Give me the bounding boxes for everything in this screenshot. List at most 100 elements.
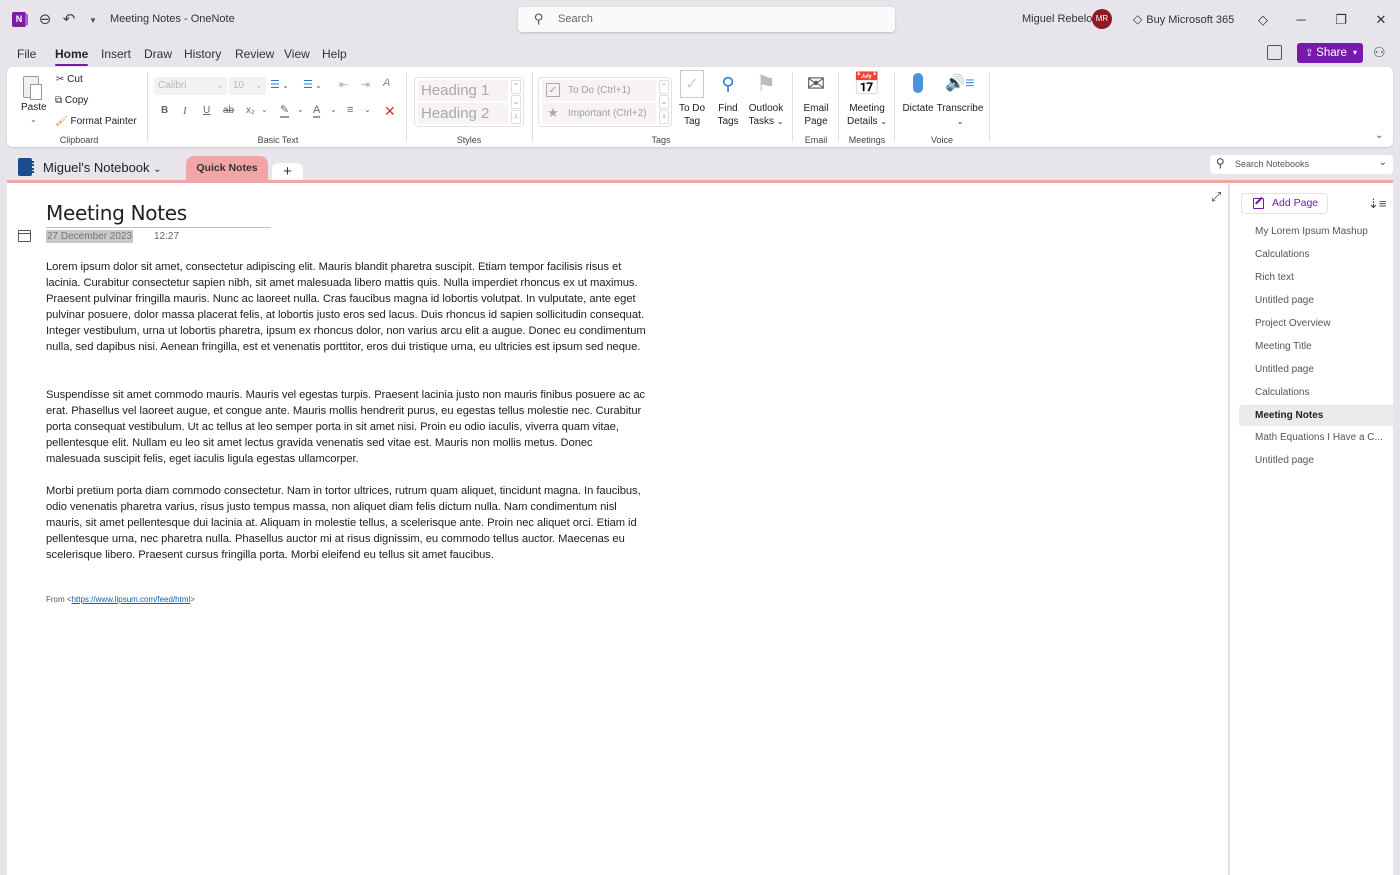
underline-button[interactable]: U (203, 105, 210, 116)
tab-draw[interactable]: Draw (144, 47, 172, 61)
decrease-indent-icon[interactable]: ⇤ (339, 78, 348, 91)
source-link[interactable]: https://www.lipsum.com/feed/html (72, 595, 191, 604)
page-time[interactable]: 12:27 (154, 231, 179, 242)
gallery-scroll-up-icon[interactable]: ⌃ (511, 80, 521, 94)
transcribe-button[interactable]: 🔊≡ Transcribe ⌄ (936, 70, 984, 128)
find-tags-button[interactable]: ⚲ Find Tags (713, 70, 743, 128)
style-heading-1[interactable]: Heading 1 (418, 80, 508, 101)
calendar-icon[interactable] (18, 230, 31, 242)
minimize-button[interactable]: ─ (1291, 10, 1311, 30)
font-color-icon[interactable]: A (313, 104, 321, 118)
font-color-dropdown-icon[interactable]: ⌄ (330, 105, 337, 114)
email-page-button[interactable]: ✉ Email Page (800, 70, 832, 128)
tab-view[interactable]: View (284, 47, 310, 61)
subscript-button[interactable]: x₂ (246, 105, 255, 116)
search-notebooks-input[interactable]: ⚲ Search Notebooks ⌄ (1210, 155, 1393, 174)
todo-tag-button[interactable]: ✓ To Do Tag (677, 70, 707, 128)
notebook-selector[interactable]: Miguel's Notebook ⌄ (43, 160, 162, 175)
dictate-button[interactable]: Dictate (901, 70, 935, 115)
strikethrough-button[interactable]: ab (223, 105, 234, 116)
gallery-more-icon[interactable]: ⩡ (659, 110, 669, 124)
gallery-scroll-down-icon[interactable]: ⌄ (511, 95, 521, 109)
feedback-icon[interactable]: ⚇ (1373, 44, 1386, 61)
page-list-item[interactable]: My Lorem Ipsum Mashup (1239, 222, 1393, 242)
font-family-select[interactable]: Calibri ⌄ (154, 77, 227, 95)
align-icon[interactable]: ≡ (347, 104, 353, 116)
numbering-icon[interactable]: ☰ ⌄ (303, 78, 322, 91)
chevron-down-icon[interactable]: ▾ (1353, 43, 1357, 63)
chevron-down-icon[interactable]: ⌄ (1379, 157, 1387, 168)
tags-gallery: ✓ To Do (Ctrl+1) ★ Important (Ctrl+2) ⌃ … (538, 77, 672, 127)
page-date[interactable]: 27 December 2023 (46, 230, 134, 243)
paste-dropdown-chevron-icon[interactable]: ⌄ (30, 115, 37, 124)
tab-history[interactable]: History (184, 47, 221, 61)
page-list-item[interactable]: Rich text (1239, 268, 1393, 288)
search-input[interactable]: ⚲ Search (518, 7, 895, 32)
sticky-notes-icon[interactable] (1267, 45, 1282, 60)
share-button[interactable]: ⇪ Share ▾ (1297, 43, 1363, 63)
tab-file[interactable]: File (17, 47, 36, 61)
page-list-item[interactable]: Untitled page (1239, 360, 1393, 380)
tag-todo[interactable]: ✓ To Do (Ctrl+1) (542, 80, 656, 101)
tab-insert[interactable]: Insert (101, 47, 131, 61)
undo-icon[interactable]: ↶ (59, 10, 79, 30)
avatar[interactable]: MR (1092, 9, 1112, 29)
page-title[interactable]: Meeting Notes (46, 201, 187, 225)
user-name[interactable]: Miguel Rebelo (1022, 13, 1092, 25)
section-tab-quick-notes[interactable]: Quick Notes (186, 156, 268, 181)
back-icon[interactable]: ⊖ (35, 10, 55, 30)
microphone-icon (901, 70, 935, 98)
page-list-item[interactable]: Math Equations I Have a C... (1239, 428, 1393, 448)
style-heading-2[interactable]: Heading 2 (418, 103, 508, 124)
tag-important[interactable]: ★ Important (Ctrl+2) (542, 103, 656, 124)
paste-button[interactable] (22, 74, 44, 102)
clear-formatting-icon[interactable]: A (383, 77, 390, 89)
meeting-details-button[interactable]: 📅 Meeting Details ⌄ (844, 70, 890, 128)
copy-button[interactable]: ⧉ Copy (55, 95, 88, 106)
transcribe-label: Transcribe (936, 103, 984, 114)
add-page-button[interactable]: Add Page (1241, 193, 1328, 214)
page-list-item[interactable]: Meeting Title (1239, 337, 1393, 357)
page-list-item[interactable]: Untitled page (1239, 291, 1393, 311)
close-button[interactable]: ✕ (1371, 10, 1391, 30)
buy-microsoft-365-button[interactable]: ◇ Buy Microsoft 365 (1133, 12, 1234, 26)
format-painter-button[interactable]: 🖌 Format Painter (55, 116, 137, 127)
tab-review[interactable]: Review (235, 47, 274, 61)
font-size-select[interactable]: 10 ⌄ (229, 77, 266, 95)
page-list-item-selected[interactable]: Meeting Notes (1239, 405, 1393, 426)
delete-icon[interactable]: ✕ (384, 103, 396, 120)
tab-home[interactable]: Home (55, 47, 89, 66)
gallery-more-icon[interactable]: ⩡ (511, 110, 521, 124)
clipboard-paper-icon (30, 84, 42, 100)
quick-access-customize-icon[interactable]: ▾ (83, 10, 103, 30)
outlook-tasks-button[interactable]: ⚑ Outlook Tasks ⌄ (746, 70, 786, 128)
bullets-icon[interactable]: ☰ ⌄ (270, 78, 289, 91)
page-list-item[interactable]: Calculations (1239, 383, 1393, 403)
paste-label[interactable]: Paste (21, 102, 47, 113)
page-list-item[interactable]: Calculations (1239, 245, 1393, 265)
paragraph[interactable]: Suspendisse sit amet commodo mauris. Mau… (46, 387, 646, 467)
expand-icon[interactable]: ⤢ (1211, 189, 1221, 205)
ribbon-collapse-chevron-icon[interactable]: ⌄ (1375, 130, 1383, 141)
premium-diamond-icon[interactable]: ◇ (1253, 10, 1273, 30)
restore-button[interactable]: ❐ (1331, 10, 1351, 30)
tab-help[interactable]: Help (322, 47, 347, 61)
highlight-dropdown-icon[interactable]: ⌄ (297, 105, 304, 114)
subscript-dropdown-icon[interactable]: ⌄ (261, 105, 268, 114)
paragraph[interactable]: Morbi pretium porta diam commodo consect… (46, 483, 646, 563)
highlight-icon[interactable]: ✎ (280, 104, 290, 118)
flag-icon: ⚑ (756, 71, 776, 96)
paragraph[interactable]: Lorem ipsum dolor sit amet, consectetur … (46, 259, 646, 355)
page-list-item[interactable]: Untitled page (1239, 451, 1393, 471)
align-dropdown-icon[interactable]: ⌄ (364, 105, 371, 114)
increase-indent-icon[interactable]: ⇥ (361, 78, 370, 91)
bold-button[interactable]: B (161, 105, 168, 116)
add-section-button[interactable]: + (272, 163, 303, 181)
gallery-scroll-up-icon[interactable]: ⌃ (659, 80, 669, 94)
sort-icon[interactable]: ⇣≡ (1368, 196, 1386, 212)
cut-button[interactable]: ✂ Cut (56, 74, 83, 85)
share-label: Share (1316, 47, 1347, 59)
italic-button[interactable]: I (183, 105, 187, 117)
page-list-item[interactable]: Project Overview (1239, 314, 1393, 334)
gallery-scroll-down-icon[interactable]: ⌄ (659, 95, 669, 109)
